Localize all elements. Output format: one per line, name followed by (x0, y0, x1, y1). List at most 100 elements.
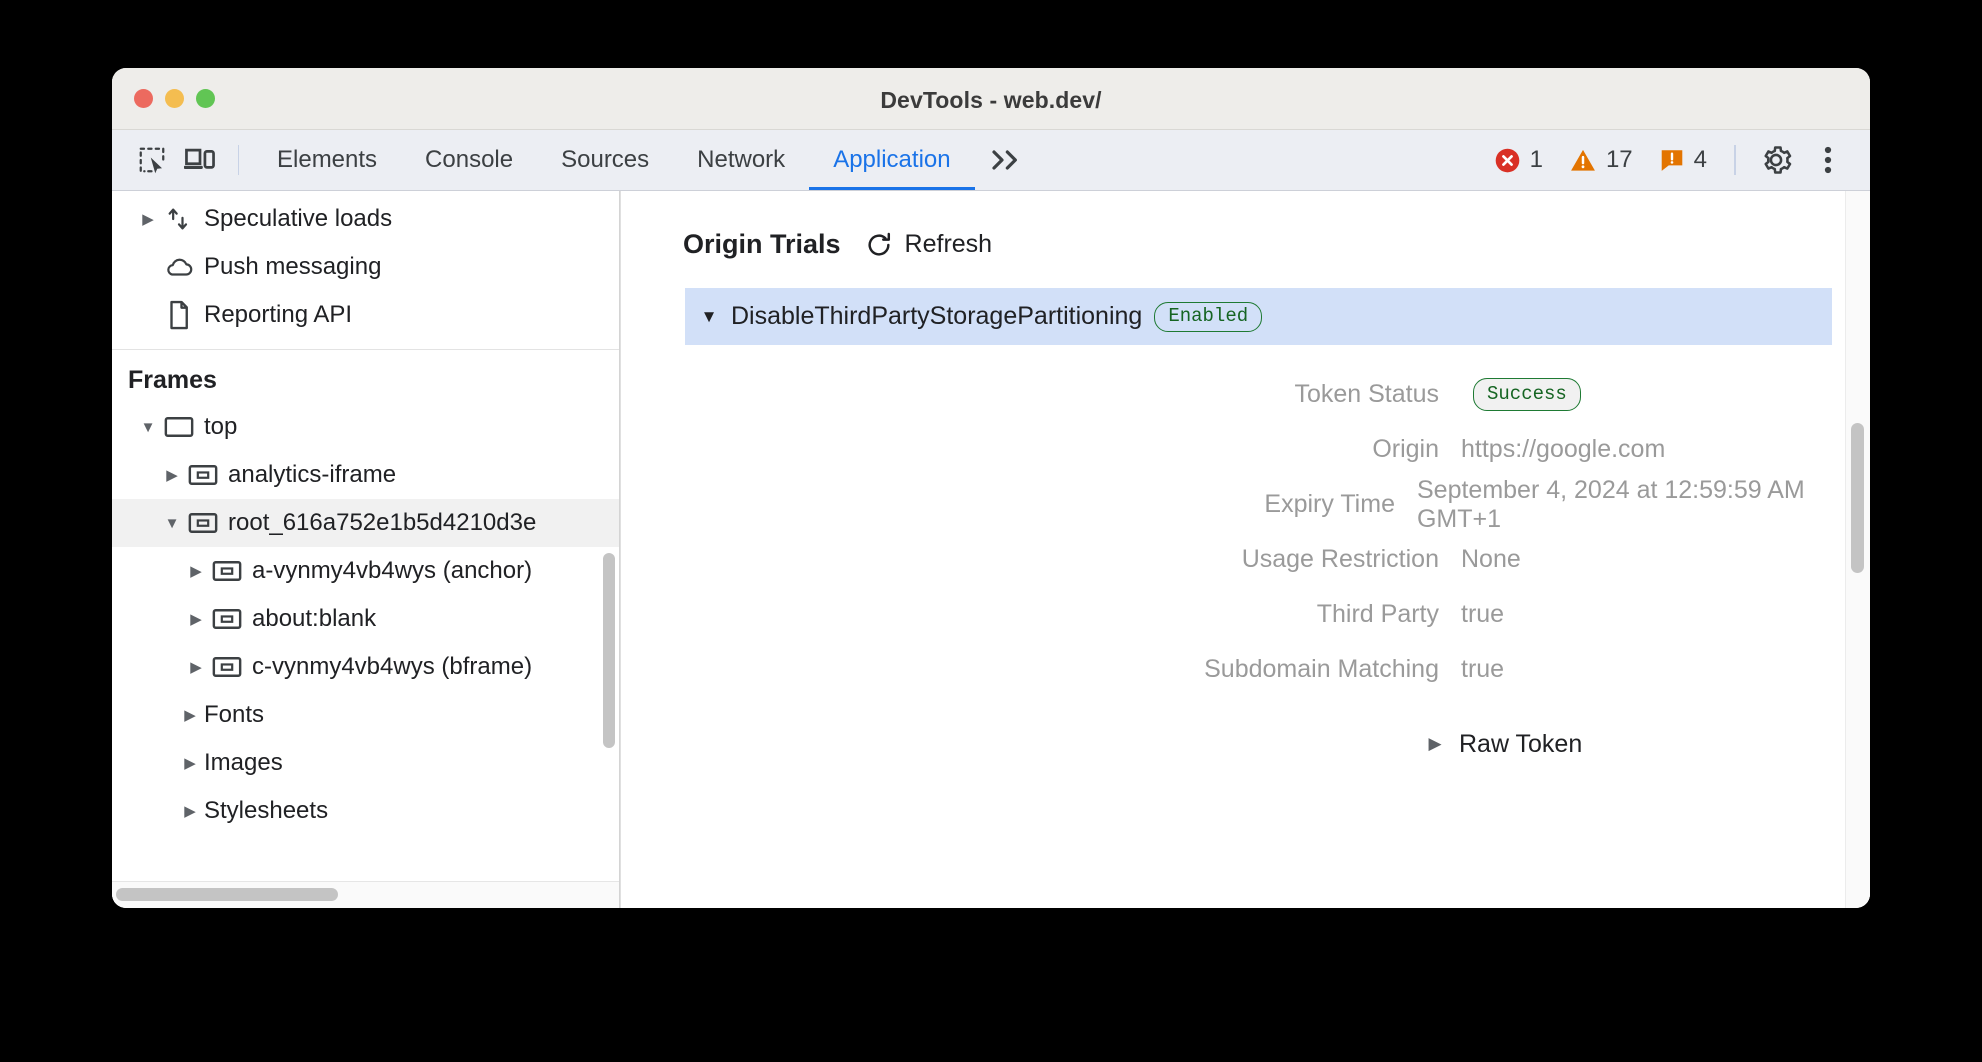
detail-row-origin: Origin https://google.com (621, 422, 1870, 477)
issue-icon (1659, 147, 1685, 173)
chevron-down-icon[interactable]: ▼ (158, 515, 186, 532)
sidebar-item-label: top (204, 413, 237, 441)
tab-sources[interactable]: Sources (537, 130, 673, 190)
tab-console-label: Console (425, 146, 513, 174)
device-toolbar-button[interactable] (176, 137, 224, 183)
origin-trials-panel: Origin Trials Refresh ▼ DisableThirdPart… (620, 191, 1870, 908)
detail-label: Usage Restriction (621, 545, 1461, 574)
devtools-window: DevTools - web.dev/ Elements (112, 68, 1870, 908)
sidebar-group-fonts[interactable]: ▶ Fonts (112, 691, 619, 739)
sidebar-item-label: Speculative loads (204, 205, 392, 233)
iframe-icon (210, 655, 244, 679)
chevron-right-icon[interactable]: ▶ (176, 754, 204, 772)
detail-label: Origin (621, 435, 1461, 464)
sidebar-item-label: c-vynmy4vb4wys (bframe) (252, 653, 532, 681)
sidebar-item-label: a-vynmy4vb4wys (anchor) (252, 557, 532, 585)
sidebar-group-images[interactable]: ▶ Images (112, 739, 619, 787)
gear-icon (1760, 144, 1792, 176)
trial-status-badge: Enabled (1154, 302, 1262, 332)
sidebar-item-reporting-api[interactable]: ▶ Reporting API (112, 291, 619, 339)
sidebar-item-label: Push messaging (204, 253, 381, 281)
chevron-right-icon[interactable]: ▶ (176, 706, 204, 724)
detail-value: None (1461, 545, 1521, 574)
warning-counter[interactable]: 17 (1558, 146, 1644, 174)
device-toolbar-icon (184, 145, 216, 175)
document-icon (162, 300, 196, 330)
detail-row-usage-restriction: Usage Restriction None (621, 532, 1870, 587)
sidebar-item-label: root_616a752e1b5d4210d3e (228, 509, 536, 537)
chevron-right-icon[interactable]: ▶ (134, 210, 162, 228)
detail-row-third-party: Third Party true (621, 587, 1870, 642)
iframe-icon (210, 607, 244, 631)
chevron-right-icon[interactable]: ▶ (1421, 734, 1449, 754)
sidebar-item-label: analytics-iframe (228, 461, 396, 489)
sidebar-frame-anchor[interactable]: ▶ a-vynmy4vb4wys (anchor) (112, 547, 619, 595)
trial-row-header[interactable]: ▼ DisableThirdPartyStoragePartitioning E… (685, 288, 1832, 345)
sidebar-item-push-messaging[interactable]: ▶ Push messaging (112, 243, 619, 291)
sidebar-horizontal-scrollbar[interactable] (116, 888, 338, 901)
sidebar-group-stylesheets[interactable]: ▶ Stylesheets (112, 787, 619, 835)
tab-network-label: Network (697, 146, 785, 174)
sidebar-item-label: about:blank (252, 605, 376, 633)
more-options-button[interactable] (1804, 137, 1852, 183)
detail-value: true (1461, 600, 1504, 629)
sidebar-item-speculative-loads[interactable]: ▶ Speculative loads (112, 195, 619, 243)
toolbar-right-divider (1734, 145, 1736, 175)
chevron-right-icon[interactable]: ▶ (182, 610, 210, 628)
detail-value-wrapper: Success (1461, 385, 1581, 404)
settings-button[interactable] (1752, 137, 1800, 183)
window-title: DevTools - web.dev/ (112, 87, 1870, 114)
sidebar-item-label: Reporting API (204, 301, 352, 329)
frame-top-icon (162, 415, 196, 439)
detail-row-token-status: Token Status Success (621, 367, 1870, 422)
main-vertical-scrollbar[interactable] (1851, 423, 1864, 573)
error-counter[interactable]: 1 (1483, 146, 1554, 174)
toolbar-divider (238, 145, 239, 175)
refresh-button[interactable]: Refresh (865, 230, 993, 259)
tab-application[interactable]: Application (809, 130, 974, 190)
detail-label: Expiry Time (621, 490, 1417, 519)
toolbar-right-group: 1 17 (1483, 137, 1870, 183)
issue-count: 4 (1694, 146, 1707, 174)
application-sidebar: ▶ Speculative loads ▶ (112, 191, 620, 908)
frames-section-title: Frames (112, 350, 619, 403)
more-tabs-button[interactable] (975, 130, 1037, 190)
issue-counter[interactable]: 4 (1648, 146, 1718, 174)
sidebar-vertical-scrollbar[interactable] (603, 553, 615, 748)
chevron-down-icon[interactable]: ▼ (134, 419, 162, 436)
more-vertical-icon (1816, 145, 1840, 175)
detail-row-expiry-time: Expiry Time September 4, 2024 at 12:59:5… (621, 477, 1870, 532)
chevron-down-icon[interactable]: ▼ (695, 307, 723, 327)
tab-sources-label: Sources (561, 146, 649, 174)
tab-elements-label: Elements (277, 146, 377, 174)
origin-trials-header: Origin Trials Refresh (621, 191, 1870, 260)
inspect-element-button[interactable] (128, 137, 176, 183)
error-icon (1494, 147, 1521, 174)
sidebar-frame-root[interactable]: ▼ root_616a752e1b5d4210d3e (112, 499, 619, 547)
sidebar-frame-analytics-iframe[interactable]: ▶ analytics-iframe (112, 451, 619, 499)
detail-value: September 4, 2024 at 12:59:59 AM GMT+1 (1417, 476, 1870, 534)
iframe-icon (210, 559, 244, 583)
iframe-icon (186, 463, 220, 487)
chevron-right-icon[interactable]: ▶ (182, 562, 210, 580)
iframe-icon (186, 511, 220, 535)
chevron-right-icon[interactable]: ▶ (158, 466, 186, 484)
token-status-badge: Success (1473, 378, 1581, 411)
trial-detail-list: Token Status Success Origin https://goog… (621, 367, 1870, 697)
sidebar-frame-top[interactable]: ▼ top (112, 403, 619, 451)
tab-elements[interactable]: Elements (253, 130, 401, 190)
tab-application-label: Application (833, 146, 950, 174)
raw-token-row[interactable]: ▶ Raw Token (621, 719, 1870, 769)
sidebar-frame-bframe[interactable]: ▶ c-vynmy4vb4wys (bframe) (112, 643, 619, 691)
detail-row-subdomain-matching: Subdomain Matching true (621, 642, 1870, 697)
tab-console[interactable]: Console (401, 130, 537, 190)
sidebar-item-label: Fonts (204, 701, 264, 729)
devtools-panes: ▶ Speculative loads ▶ (112, 191, 1870, 908)
detail-label: Subdomain Matching (621, 655, 1461, 684)
sidebar-item-label: Stylesheets (204, 797, 328, 825)
chevron-right-icon[interactable]: ▶ (176, 802, 204, 820)
sidebar-frame-about-blank[interactable]: ▶ about:blank (112, 595, 619, 643)
chevron-double-right-icon (989, 148, 1023, 172)
tab-network[interactable]: Network (673, 130, 809, 190)
chevron-right-icon[interactable]: ▶ (182, 658, 210, 676)
